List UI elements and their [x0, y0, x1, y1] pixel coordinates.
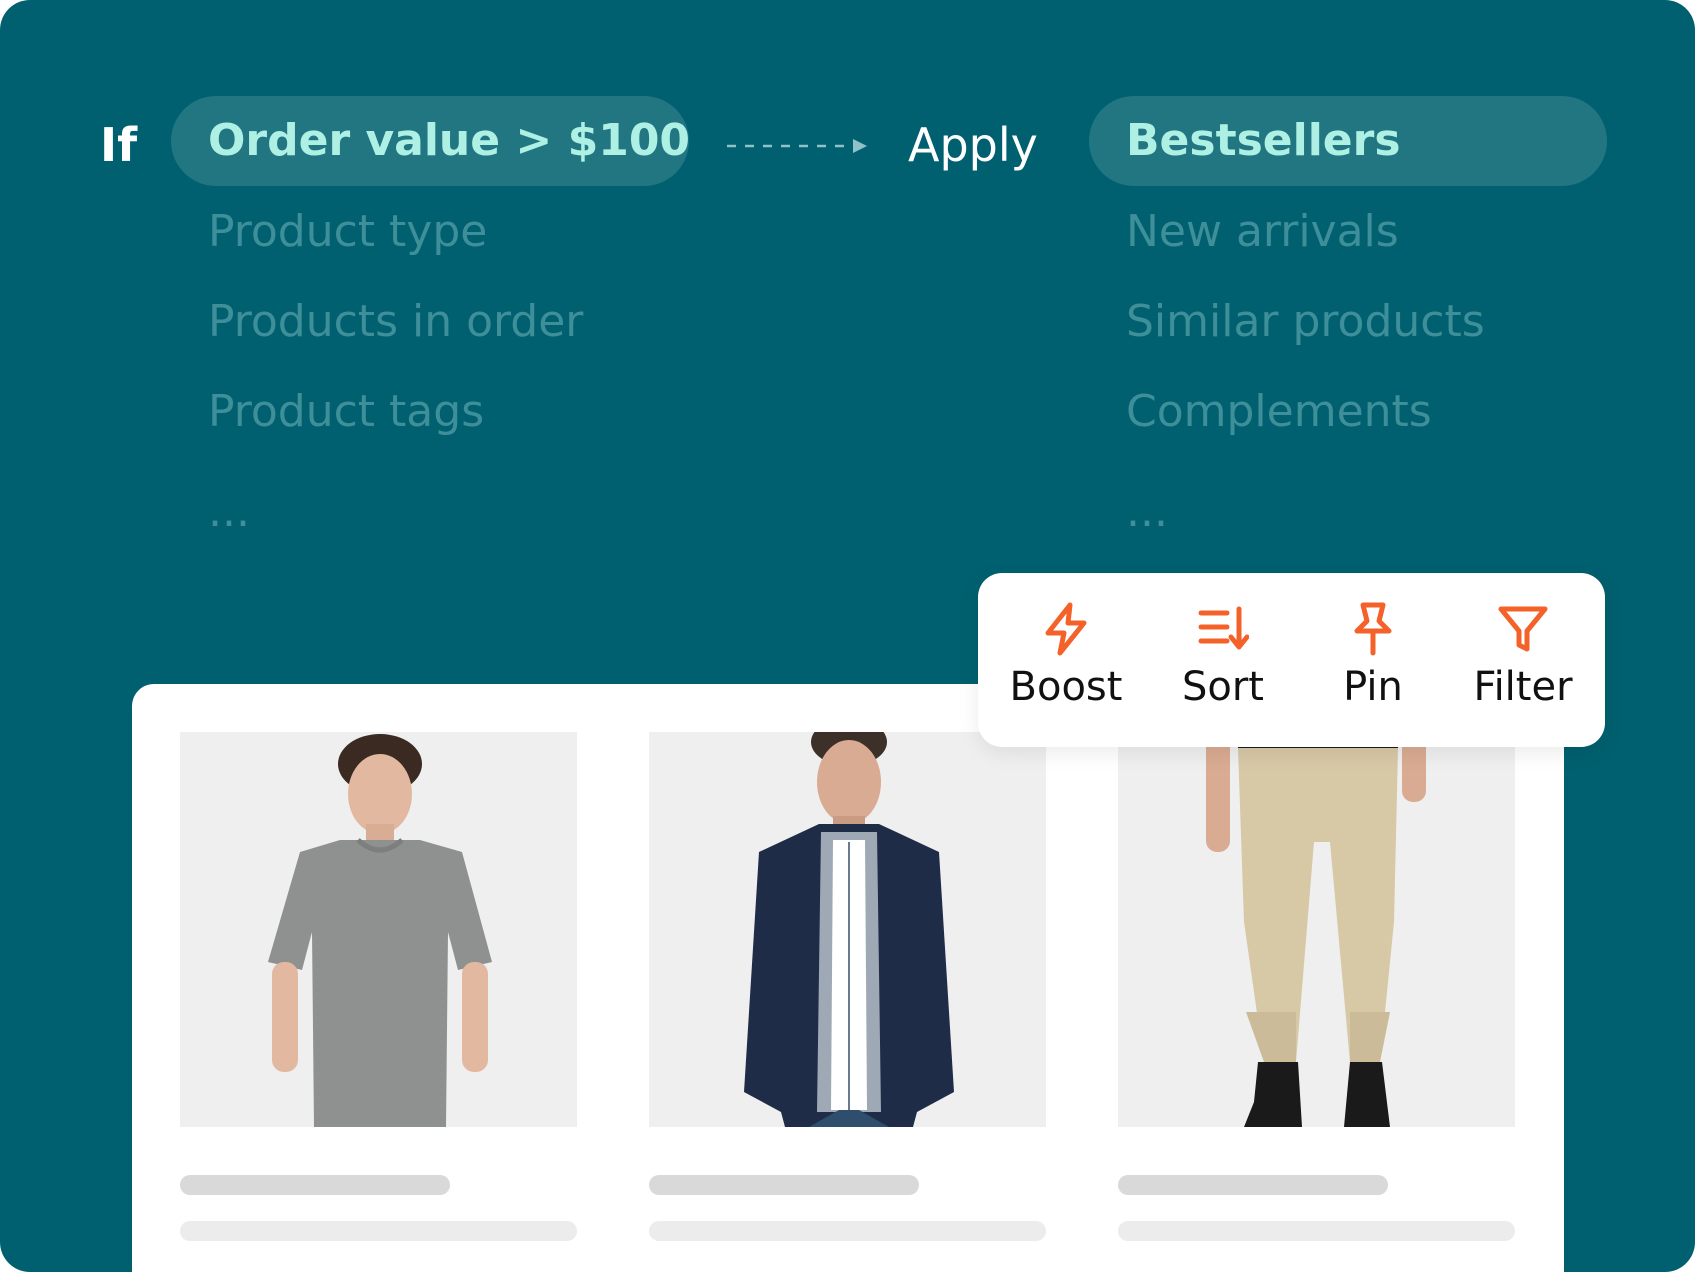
apply-keyword: Apply — [908, 118, 1038, 172]
rules-panel: If Order value > $100 Apply Bestsellers … — [0, 0, 1695, 1272]
action-selected-pill[interactable]: Bestsellers — [1089, 96, 1607, 186]
product-title-placeholder — [649, 1175, 919, 1195]
product-price-placeholder — [180, 1221, 577, 1241]
product-price-placeholder — [1118, 1221, 1515, 1241]
product-preview-card — [132, 684, 1564, 1272]
condition-option-more[interactable]: ... — [208, 490, 250, 534]
product-item[interactable] — [1118, 732, 1515, 1241]
action-option-more[interactable]: ... — [1126, 490, 1168, 534]
filter-label: Filter — [1473, 664, 1573, 710]
sort-button[interactable]: Sort — [1178, 601, 1268, 707]
product-title-placeholder — [180, 1175, 450, 1195]
product-item[interactable] — [649, 732, 1046, 1241]
product-image-jacket — [649, 732, 1046, 1127]
lightning-icon — [1045, 602, 1087, 656]
condition-option-products-in-order[interactable]: Products in order — [208, 300, 583, 344]
condition-option-product-type[interactable]: Product type — [208, 210, 487, 254]
sort-icon — [1198, 606, 1249, 650]
action-option-new-arrivals[interactable]: New arrivals — [1126, 210, 1399, 254]
condition-selected-pill[interactable]: Order value > $100 — [171, 96, 690, 186]
pin-button[interactable]: Pin — [1338, 601, 1408, 707]
action-option-similar-products[interactable]: Similar products — [1126, 300, 1485, 344]
product-price-placeholder — [649, 1221, 1046, 1241]
condition-option-product-tags[interactable]: Product tags — [208, 390, 484, 434]
product-image-chinos — [1118, 732, 1515, 1127]
action-option-complements[interactable]: Complements — [1126, 390, 1432, 434]
dashed-arrow-icon — [727, 139, 867, 153]
filter-button[interactable]: Filter — [1468, 601, 1578, 707]
pin-label: Pin — [1343, 664, 1403, 710]
merchandising-toolbar: Boost Sort Pin Filter — [978, 573, 1605, 747]
pin-icon — [1354, 602, 1392, 656]
product-image-tshirt — [180, 732, 577, 1127]
filter-icon — [1498, 606, 1548, 652]
if-keyword: If — [100, 118, 138, 172]
product-item[interactable] — [180, 732, 577, 1241]
boost-button[interactable]: Boost — [1006, 601, 1126, 707]
product-title-placeholder — [1118, 1175, 1388, 1195]
boost-label: Boost — [1009, 664, 1123, 710]
sort-label: Sort — [1182, 664, 1264, 710]
